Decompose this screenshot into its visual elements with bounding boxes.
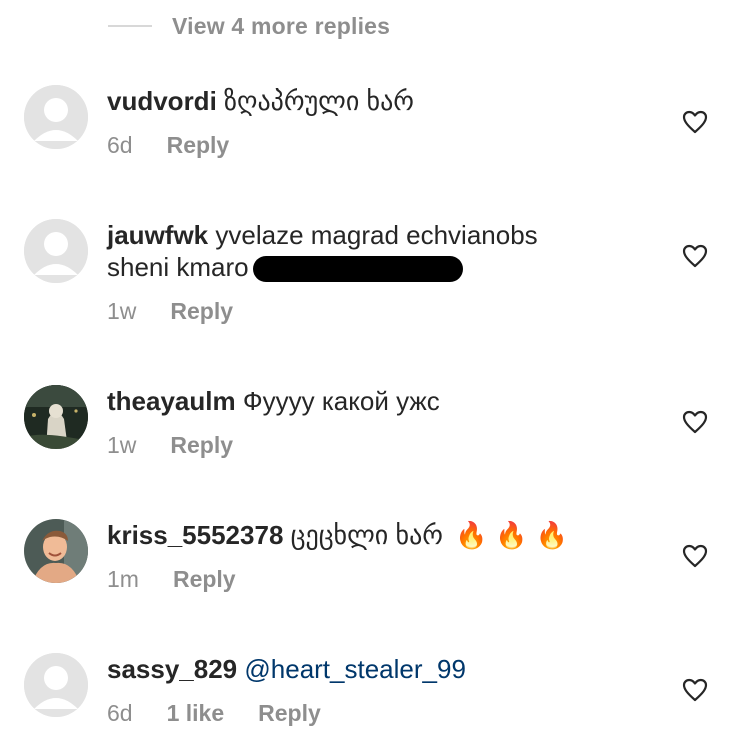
mention-link[interactable]: @heart_stealer_99	[244, 654, 466, 684]
comment-body: ცეცხლი ხარ	[290, 520, 443, 550]
comment-timestamp: 6d	[107, 132, 133, 158]
redacted-block	[252, 256, 463, 282]
comment-text: sassy_829 @heart_stealer_99	[107, 653, 627, 685]
comment-meta: 6d 1 like Reply	[107, 700, 321, 727]
comment-meta: 1m Reply	[107, 566, 236, 593]
comment-username[interactable]: jauwfwk	[107, 220, 208, 250]
comment-meta: 1w Reply	[107, 298, 233, 325]
user-avatar[interactable]	[24, 519, 88, 583]
heart-outline-icon[interactable]	[682, 410, 708, 434]
comment-meta: 6d Reply	[107, 132, 229, 159]
view-more-replies-button[interactable]: View 4 more replies	[108, 10, 390, 42]
reply-button[interactable]: Reply	[170, 298, 233, 325]
comment-timestamp: 1w	[107, 298, 137, 324]
comment-username[interactable]: theayaulm	[107, 386, 236, 416]
default-avatar-icon[interactable]	[24, 653, 88, 717]
comment-meta: 1w Reply	[107, 432, 233, 459]
comment-body: Фуууу какой ужс	[242, 386, 440, 416]
comment-username[interactable]: kriss_5552378	[107, 520, 283, 550]
comment-timestamp: 1m	[107, 566, 139, 592]
like-count-button[interactable]: 1 like	[167, 700, 225, 727]
comment-timestamp: 1w	[107, 432, 137, 458]
reply-button[interactable]: Reply	[173, 566, 236, 593]
user-avatar[interactable]	[24, 385, 88, 449]
reply-button[interactable]: Reply	[170, 432, 233, 459]
comment-timestamp: 6d	[107, 700, 133, 726]
fire-emoji-icon: 🔥🔥🔥	[454, 520, 577, 550]
comment-text: jauwfwk yvelaze magrad echvianobs sheni …	[107, 219, 607, 283]
default-avatar-icon[interactable]	[24, 219, 88, 283]
comment-text: kriss_5552378 ცეცხლი ხარ 🔥🔥🔥	[107, 519, 627, 551]
thread-divider-line	[108, 25, 152, 27]
heart-outline-icon[interactable]	[682, 678, 708, 702]
default-avatar-icon[interactable]	[24, 85, 88, 149]
comment-text: theayaulm Фуууу какой ужс	[107, 385, 627, 417]
comment-username[interactable]: vudvordi	[107, 86, 217, 116]
reply-button[interactable]: Reply	[258, 700, 321, 727]
heart-outline-icon[interactable]	[682, 110, 708, 134]
heart-outline-icon[interactable]	[682, 544, 708, 568]
comment-body: ზღაპრული ხარ	[224, 86, 415, 116]
view-more-replies-label: View 4 more replies	[172, 12, 391, 39]
comment-text: vudvordi ზღაპრული ხარ	[107, 85, 627, 117]
reply-button[interactable]: Reply	[167, 132, 230, 159]
heart-outline-icon[interactable]	[682, 244, 708, 268]
comment-username[interactable]: sassy_829	[107, 654, 237, 684]
